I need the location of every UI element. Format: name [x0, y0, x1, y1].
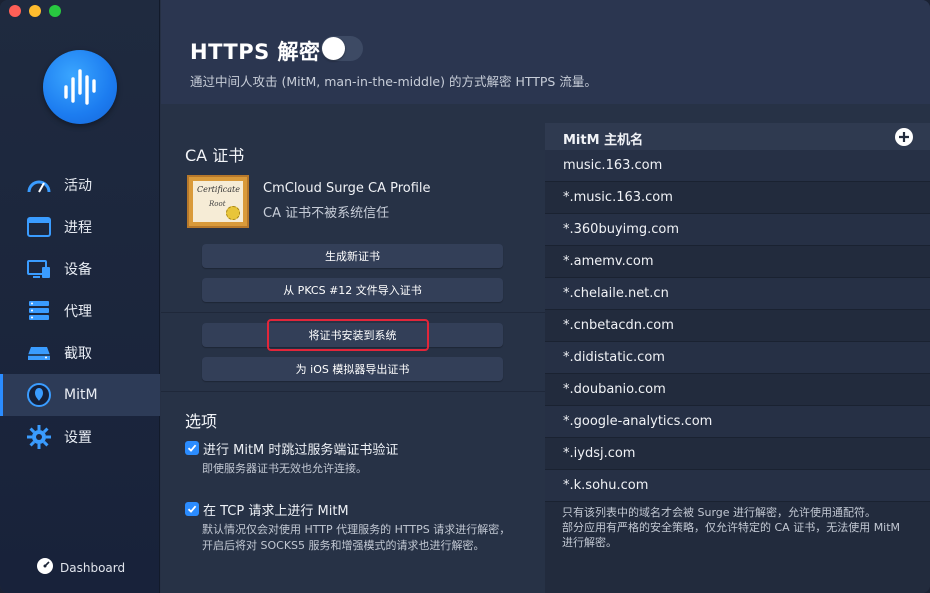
surge-logo-icon [43, 50, 117, 124]
generate-cert-button[interactable]: 生成新证书 [202, 244, 503, 268]
page-title: HTTPS 解密 [190, 40, 321, 64]
hostnames-note-line: 部分应用有严格的安全策略，仅允许特定的 CA 证书，无法使用 MitM [562, 521, 901, 534]
drive-icon [26, 340, 52, 366]
hostname-row[interactable]: *.didistatic.com [545, 342, 930, 374]
hostname-row[interactable]: *.k.sohu.com [545, 470, 930, 502]
hostnames-list: music.163.com *.music.163.com *.360buyimg.… [545, 150, 930, 502]
divider [161, 312, 545, 313]
header: HTTPS 解密 通过中间人攻击 (MitM, man-in-the-middl… [161, 0, 930, 104]
tcp-mitm-desc-line2: 开启后将对 SOCKS5 服务和增强模式的请求也进行解密。 [202, 539, 485, 552]
sidebar-item-capture[interactable]: 截取 [0, 332, 160, 374]
certificate-image-sub: Root [209, 200, 226, 208]
options-section-title: 选项 [185, 412, 218, 431]
checkmark-icon [187, 505, 197, 513]
hostnames-header: MitM 主机名 [545, 123, 930, 150]
hostname-row[interactable]: *.chelaile.net.cn [545, 278, 930, 310]
hostname-row[interactable]: *.iydsj.com [545, 438, 930, 470]
gauge-icon [26, 172, 52, 198]
devices-icon [26, 256, 52, 282]
sidebar-item-label: 设备 [64, 262, 92, 278]
minimize-window-button[interactable] [29, 5, 41, 17]
window-icon [26, 214, 52, 240]
sidebar-item-settings[interactable]: 设置 [0, 416, 160, 458]
certificate-image-title: Certificate [197, 185, 240, 194]
hostnames-note-line: 只有该列表中的域名才会被 Surge 进行解密，允许使用通配符。 [562, 506, 877, 519]
sidebar-item-label: 设置 [64, 430, 92, 446]
tcp-mitm-label: 在 TCP 请求上进行 MitM [203, 504, 349, 519]
hostnames-header-label: MitM 主机名 [563, 133, 644, 148]
hostname-row[interactable]: *.amemv.com [545, 246, 930, 278]
sidebar-item-label: 截取 [64, 346, 92, 362]
main-panel: HTTPS 解密 通过中间人攻击 (MitM, man-in-the-middl… [161, 0, 930, 593]
dashboard-icon [36, 557, 54, 579]
install-cert-highlight [267, 319, 429, 351]
certificate-image: Certificate Root [187, 175, 249, 228]
hostname-row[interactable]: *.music.163.com [545, 182, 930, 214]
hostname-row[interactable]: *.google-analytics.com [545, 406, 930, 438]
sidebar-nav: 活动 进程 设备 代理 截取 MitM 设置 [0, 164, 160, 458]
sidebar-item-label: MitM [64, 387, 98, 403]
sidebar-item-label: 代理 [64, 304, 92, 320]
skip-verify-desc: 即使服务器证书无效也允许连接。 [202, 462, 367, 475]
certificate-status: CA 证书不被系统信任 [263, 206, 390, 221]
sidebar: 活动 进程 设备 代理 截取 MitM 设置 Dashboard [0, 0, 160, 593]
mitm-hostnames-panel: MitM 主机名 music.163.com *.music.163.com *.3… [545, 123, 930, 593]
divider [161, 391, 545, 392]
gear-icon [26, 424, 52, 450]
hostname-row[interactable]: *.doubanio.com [545, 374, 930, 406]
hostname-row[interactable]: *.360buyimg.com [545, 214, 930, 246]
sidebar-item-processes[interactable]: 进程 [0, 206, 160, 248]
checkmark-icon [187, 444, 197, 452]
server-icon [26, 298, 52, 324]
toggle-knob [322, 37, 345, 60]
hostname-row[interactable]: music.163.com [545, 150, 930, 182]
hostname-row[interactable]: *.cnbetacdn.com [545, 310, 930, 342]
sidebar-item-mitm[interactable]: MitM [0, 374, 160, 416]
certificate-name: CmCloud Surge CA Profile [263, 181, 431, 196]
sidebar-item-activity[interactable]: 活动 [0, 164, 160, 206]
import-pkcs12-button[interactable]: 从 PKCS #12 文件导入证书 [202, 278, 503, 302]
dashboard-button[interactable]: Dashboard [36, 557, 125, 579]
tcp-mitm-checkbox[interactable] [185, 502, 199, 516]
sidebar-item-proxy[interactable]: 代理 [0, 290, 160, 332]
app-window: 活动 进程 设备 代理 截取 MitM 设置 Dashboard HTTPS 解… [0, 0, 930, 593]
sidebar-item-label: 进程 [64, 220, 92, 236]
https-decrypt-toggle[interactable] [321, 36, 363, 61]
certificate-seal-icon [226, 206, 240, 220]
tcp-mitm-desc-line1: 默认情况仅会对使用 HTTP 代理服务的 HTTPS 请求进行解密， [202, 523, 511, 536]
add-hostname-button[interactable] [895, 128, 913, 146]
page-subtitle: 通过中间人攻击 (MitM, man-in-the-middle) 的方式解密 … [190, 74, 597, 89]
skip-verify-label: 进行 MitM 时跳过服务端证书验证 [203, 443, 399, 458]
shield-icon [26, 382, 52, 408]
settings-column: CA 证书 Certificate Root CmCloud Surge CA … [161, 104, 545, 593]
skip-verify-checkbox[interactable] [185, 441, 199, 455]
window-controls [9, 5, 61, 17]
sidebar-item-devices[interactable]: 设备 [0, 248, 160, 290]
sidebar-item-label: 活动 [64, 178, 92, 194]
ca-section-title: CA 证书 [185, 146, 245, 165]
dashboard-label: Dashboard [60, 561, 126, 575]
zoom-window-button[interactable] [49, 5, 61, 17]
hostnames-note-line: 进行解密。 [562, 536, 617, 549]
export-ios-simulator-button[interactable]: 为 iOS 模拟器导出证书 [202, 357, 503, 381]
plus-icon [899, 132, 909, 142]
hostnames-note: 只有该列表中的域名才会被 Surge 进行解密，允许使用通配符。 部分应用有严格… [562, 505, 922, 550]
close-window-button[interactable] [9, 5, 21, 17]
